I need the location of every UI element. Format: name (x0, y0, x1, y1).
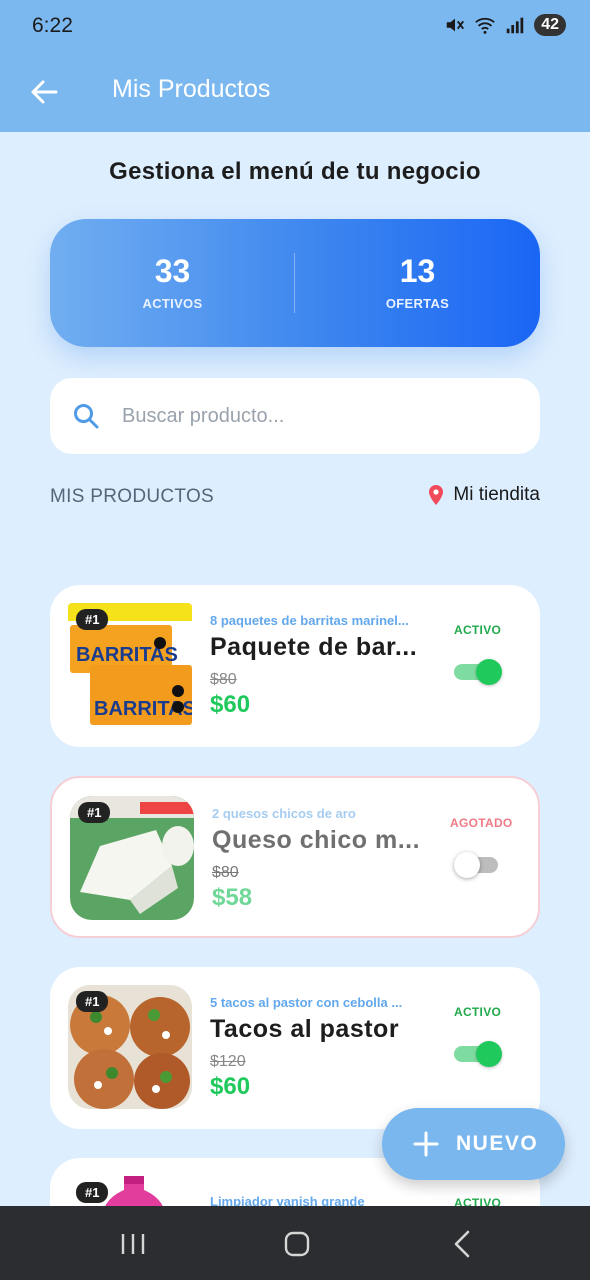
home-icon[interactable] (284, 1231, 310, 1257)
product-name: Paquete de bar... (210, 633, 418, 661)
toggle-knob (476, 1041, 502, 1067)
availability-toggle[interactable] (454, 1041, 502, 1067)
product-card[interactable]: #1 2 quesos chicos de aro Queso chico m.… (50, 776, 540, 938)
search-icon (74, 404, 99, 429)
stat-value: 13 (399, 253, 436, 289)
search-box[interactable] (50, 378, 540, 454)
old-price: $120 (210, 1053, 246, 1070)
status-label: ACTIVO (454, 623, 502, 637)
availability-toggle[interactable] (454, 659, 502, 685)
product-description: 5 tacos al pastor con cebolla ... (210, 995, 403, 1010)
wifi-icon (475, 17, 495, 34)
location-pin-icon (429, 485, 444, 505)
new-product-button[interactable]: NUEVO (382, 1108, 565, 1180)
recent-apps-icon[interactable] (120, 1232, 146, 1256)
page-heading: Gestiona el menú de tu negocio (109, 158, 481, 185)
old-price: $80 (212, 864, 239, 881)
product-name: Queso chico m... (212, 826, 421, 854)
status-label: ACTIVO (454, 1005, 502, 1019)
stat-label: ACTIVOS (142, 296, 203, 311)
toggle-knob (476, 659, 502, 685)
search-input[interactable] (122, 398, 512, 434)
signal-icon (506, 17, 524, 34)
rank-badge: #1 (78, 802, 111, 823)
product-description: 2 quesos chicos de aro (212, 806, 356, 821)
old-price: $80 (210, 671, 237, 688)
product-description: 8 paquetes de barritas marinel... (210, 613, 409, 628)
sale-price: $60 (210, 691, 251, 718)
status-bar: 6:22 42 (0, 0, 590, 56)
store-name: Mi tiendita (453, 484, 540, 505)
stat-label: OFERTAS (385, 296, 450, 311)
status-label: AGOTADO (450, 816, 513, 830)
plus-icon (413, 1131, 439, 1157)
toggle-knob (454, 852, 480, 878)
rank-badge: #1 (76, 1182, 109, 1203)
store-selector[interactable]: Mi tiendita (427, 484, 540, 506)
section-title: MIS PRODUCTOS (50, 486, 215, 507)
product-name: Tacos al pastor (210, 1015, 400, 1043)
sale-price: $58 (212, 884, 253, 911)
stat-value: 33 (154, 253, 191, 289)
system-back-icon[interactable] (452, 1230, 472, 1258)
page-title: Mis Productos (112, 75, 271, 103)
stat-activos: 33 ACTIVOS (50, 253, 295, 311)
mute-icon (446, 18, 465, 32)
app-bar: Mis Productos (0, 56, 590, 132)
battery-badge: 42 (534, 14, 566, 36)
rank-badge: #1 (76, 609, 109, 630)
system-nav-bar (0, 1206, 590, 1280)
rank-badge: #1 (76, 991, 109, 1012)
status-time: 6:22 (32, 14, 73, 37)
back-arrow-icon[interactable] (26, 74, 62, 110)
stats-card: 33 ACTIVOS 13 OFERTAS (50, 219, 540, 347)
sale-price: $60 (210, 1073, 251, 1100)
stat-ofertas: 13 OFERTAS (295, 253, 540, 311)
status-icons: 42 (444, 14, 566, 36)
product-card[interactable]: #1 5 tacos al pastor con cebolla ... Tac… (50, 967, 540, 1129)
availability-toggle[interactable] (454, 852, 502, 878)
new-button-label: NUEVO (456, 1132, 539, 1155)
product-card[interactable]: BARRITAS BARRITAS #1 8 paquetes de barri… (50, 585, 540, 747)
